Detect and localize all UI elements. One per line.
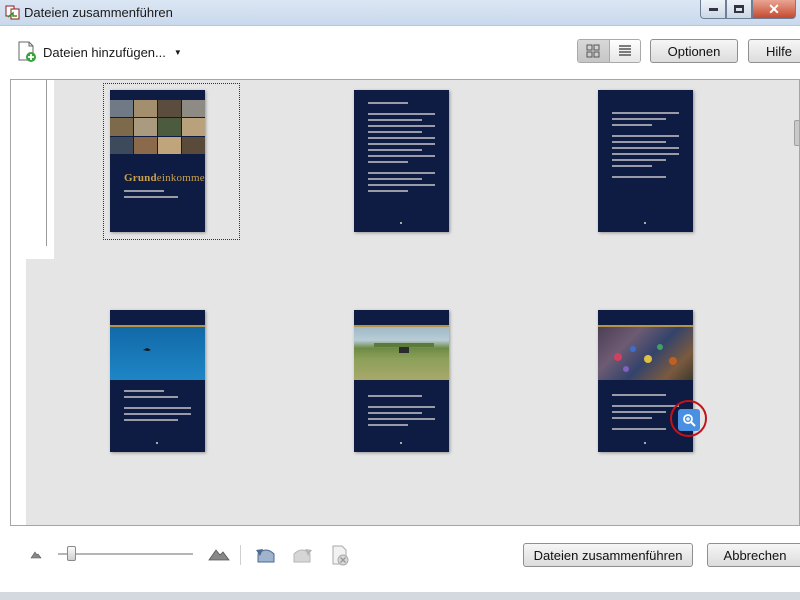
thumbnail-view-button[interactable]	[578, 40, 610, 62]
crowd-figures	[614, 344, 677, 372]
maximize-icon	[734, 5, 744, 13]
highlight-ring	[670, 400, 707, 437]
merge-app-icon	[5, 5, 20, 20]
add-files-label: Dateien hinzufügen...	[43, 44, 166, 60]
page-thumbnail[interactable]	[110, 310, 205, 452]
page-number	[400, 222, 402, 224]
page-number	[644, 222, 646, 224]
file-strip	[11, 80, 54, 259]
view-toggle	[577, 39, 641, 63]
rotate-right-icon[interactable]	[290, 544, 314, 566]
crowd-photo	[598, 327, 693, 380]
bottom-bar: Dateien zusammenführen Abbrechen	[0, 527, 800, 600]
toolbar: Dateien hinzufügen... ▼ Optionen Hilfe	[0, 27, 800, 77]
cover-title-rest: einkommen	[156, 172, 205, 184]
bird-shape	[143, 348, 151, 351]
cover-photo-collage	[110, 100, 205, 154]
window-title: Dateien zusammenführen	[24, 5, 173, 20]
list-view-icon	[618, 45, 631, 56]
options-button[interactable]: Optionen	[650, 39, 738, 63]
page-text-lines	[368, 395, 435, 430]
zoom-slider-thumb[interactable]	[67, 546, 76, 561]
page-thumbnail[interactable]	[354, 310, 449, 452]
sky-photo	[110, 327, 205, 380]
page-text-lines	[612, 394, 679, 434]
close-button[interactable]: ✕	[752, 0, 796, 19]
add-document-icon	[18, 41, 36, 62]
minimize-button[interactable]	[700, 0, 726, 19]
scrollbar-thumb[interactable]	[794, 120, 799, 146]
cover-subtitle-lines	[124, 190, 191, 202]
field-photo	[354, 327, 449, 380]
merge-files-button[interactable]: Dateien zusammenführen	[523, 543, 693, 567]
list-view-button[interactable]	[609, 40, 640, 62]
cancel-button[interactable]: Abbrechen	[707, 543, 800, 567]
file-divider	[46, 80, 47, 246]
taskbar-edge	[0, 592, 800, 600]
tractor-shape	[374, 343, 434, 353]
rotate-left-icon[interactable]	[254, 544, 278, 566]
page-thumbnail[interactable]: Grundeinkommen	[110, 90, 205, 232]
divider	[240, 545, 241, 565]
maximize-button[interactable]	[726, 0, 752, 19]
page-text-lines	[612, 112, 679, 182]
close-icon: ✕	[768, 0, 780, 17]
page-number	[644, 442, 646, 444]
minimize-icon	[708, 7, 718, 11]
cover-title: Grundeinkommen	[124, 172, 205, 184]
add-files-button[interactable]: Dateien hinzufügen... ▼	[17, 41, 182, 63]
delete-page-icon[interactable]	[330, 544, 350, 566]
page-thumbnail[interactable]	[598, 90, 693, 232]
mountain-large-icon[interactable]	[208, 547, 230, 561]
zoom-slider-track[interactable]	[58, 553, 193, 555]
dropdown-arrow-icon[interactable]: ▼	[174, 48, 182, 57]
page-text-lines	[124, 390, 191, 425]
cover-title-bold: Grund	[124, 172, 157, 184]
page-number	[400, 442, 402, 444]
window-controls: ✕	[700, 0, 796, 20]
page-number	[156, 442, 158, 444]
thumbnail-panel[interactable]: Grundeinkommen	[10, 79, 800, 526]
thumbnail-view-icon	[586, 44, 600, 58]
help-button[interactable]: Hilfe	[748, 39, 800, 63]
page-thumbnail[interactable]	[354, 90, 449, 232]
page-text-lines	[368, 102, 435, 196]
mountain-small-icon[interactable]	[30, 549, 42, 559]
title-bar: Dateien zusammenführen ✕	[0, 0, 800, 26]
